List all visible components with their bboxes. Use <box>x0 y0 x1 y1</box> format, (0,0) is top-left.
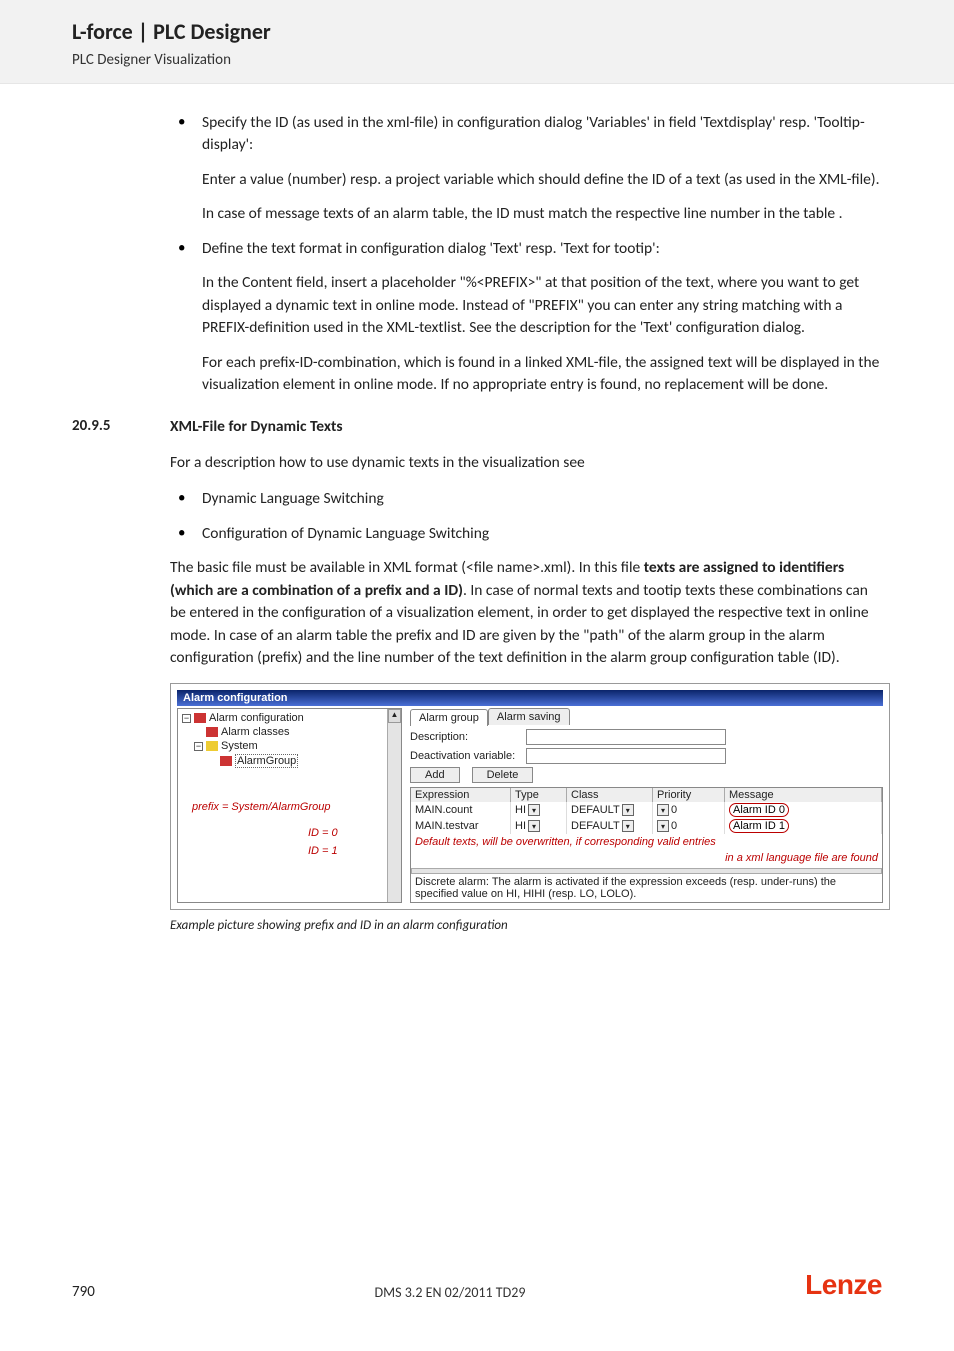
paragraph: The basic file must be available in XML … <box>170 557 882 669</box>
help-text: Discrete alarm: The alarm is activated i… <box>411 874 882 902</box>
deactivation-field[interactable] <box>526 748 726 764</box>
footer: 790 DMS 3.2 EN 02/2011 TD29 Lenze <box>72 1269 882 1301</box>
paragraph: Enter a value (number) resp. a project v… <box>202 169 882 191</box>
page-number: 790 <box>72 1283 95 1301</box>
paragraph: In case of message texts of an alarm tab… <box>202 203 882 225</box>
chevron-down-icon[interactable]: ▾ <box>657 820 669 832</box>
col-header[interactable]: Expression <box>411 788 511 802</box>
tree-collapse-icon[interactable]: − <box>194 742 203 751</box>
header: L-force | PLC Designer PLC Designer Visu… <box>0 0 954 84</box>
chevron-down-icon[interactable]: ▾ <box>528 820 540 832</box>
section-body: For a description how to use dynamic tex… <box>72 452 882 934</box>
tree-node[interactable]: System <box>221 740 258 752</box>
content: Specify the ID (as used in the xml-file)… <box>72 112 882 397</box>
bullet-list-2: Dynamic Language Switching Configuration… <box>170 488 882 545</box>
chevron-down-icon[interactable]: ▾ <box>622 820 634 832</box>
tree-node[interactable]: Alarm classes <box>221 726 289 738</box>
label-deactivation: Deactivation variable: <box>410 750 520 762</box>
annotation-id1: ID = 1 <box>308 845 338 857</box>
table-row[interactable]: MAIN.testvar HI▾ DEFAULT▾ ▾0 Alarm ID 1 <box>411 818 882 834</box>
figure: Alarm configuration − Alarm configuration… <box>170 683 882 933</box>
paragraph: Define the text format in configuration … <box>202 238 882 260</box>
window-titlebar: Alarm configuration <box>177 690 883 706</box>
tree-node-selected[interactable]: AlarmGroup <box>235 754 298 768</box>
scrollbar[interactable]: ▲ <box>387 709 401 902</box>
list-item: Configuration of Dynamic Language Switch… <box>170 523 882 545</box>
col-header[interactable]: Type <box>511 788 567 802</box>
bullet-list-1: Specify the ID (as used in the xml-file)… <box>170 112 882 397</box>
list-item: Dynamic Language Switching <box>170 488 882 510</box>
paragraph: Specify the ID (as used in the xml-file)… <box>202 112 882 157</box>
label-description: Description: <box>410 731 520 743</box>
tree-node[interactable]: Alarm configuration <box>209 712 304 724</box>
figure-caption: Example picture showing prefix and ID in… <box>170 918 882 933</box>
note-text: Default texts, will be overwritten, if c… <box>411 834 882 850</box>
alarm-icon <box>194 713 206 723</box>
scroll-up-icon[interactable]: ▲ <box>388 709 401 723</box>
alarm-icon <box>206 727 218 737</box>
annotation-id0: ID = 0 <box>308 827 338 839</box>
chevron-down-icon[interactable]: ▾ <box>622 804 634 816</box>
list-item: Specify the ID (as used in the xml-file)… <box>170 112 882 226</box>
properties-panel: Alarm group Alarm saving Description: De… <box>410 708 883 903</box>
alarm-icon <box>220 756 232 766</box>
note-text: in a xml language file are found <box>411 850 882 866</box>
doc-title: L-force | PLC Designer <box>72 18 882 45</box>
tree-collapse-icon[interactable]: − <box>182 714 191 723</box>
lenze-logo: Lenze <box>805 1269 882 1301</box>
delete-button[interactable]: Delete <box>472 767 534 783</box>
section-number: 20.9.5 <box>72 417 170 436</box>
list-item: Define the text format in configuration … <box>170 238 882 397</box>
add-button[interactable]: Add <box>410 767 460 783</box>
tree-panel: − Alarm configuration Alarm classes − Syst… <box>177 708 402 903</box>
message-badge: Alarm ID 0 <box>729 803 789 817</box>
doc-id: DMS 3.2 EN 02/2011 TD29 <box>375 1284 526 1301</box>
chevron-down-icon[interactable]: ▾ <box>657 804 669 816</box>
tab-alarm-group[interactable]: Alarm group <box>410 709 488 726</box>
section-header: 20.9.5 XML-File for Dynamic Texts <box>72 417 882 436</box>
annotation-prefix: prefix = System/AlarmGroup <box>192 801 330 813</box>
paragraph: For each prefix-ID-combination, which is… <box>202 352 882 397</box>
description-field[interactable] <box>526 729 726 745</box>
table-row[interactable]: MAIN.count HI▾ DEFAULT▾ ▾0 Alarm ID 0 <box>411 802 882 818</box>
chevron-down-icon[interactable]: ▾ <box>528 804 540 816</box>
col-header[interactable]: Class <box>567 788 653 802</box>
col-header[interactable]: Priority <box>653 788 725 802</box>
section-title: XML-File for Dynamic Texts <box>170 417 343 436</box>
alarm-table: Expression Type Class Priority Message M… <box>410 787 883 903</box>
tab-alarm-saving[interactable]: Alarm saving <box>488 708 570 725</box>
col-header[interactable]: Message <box>725 788 882 802</box>
doc-subtitle: PLC Designer Visualization <box>72 51 882 69</box>
message-badge: Alarm ID 1 <box>729 819 789 833</box>
paragraph: For a description how to use dynamic tex… <box>170 452 882 474</box>
folder-icon <box>206 741 218 751</box>
paragraph: In the Content field, insert a placehold… <box>202 272 882 339</box>
